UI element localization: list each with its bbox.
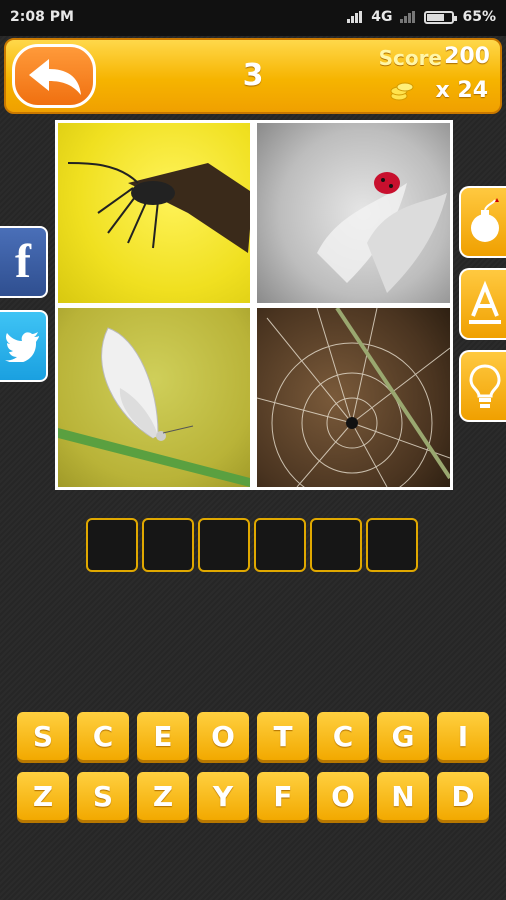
signal-icon	[347, 11, 363, 23]
game-header: 3 Score 200 x 24	[4, 38, 502, 114]
answer-slot[interactable]	[310, 518, 362, 572]
status-indicators: 4G 65%	[347, 9, 496, 25]
letter-key[interactable]: N	[377, 772, 429, 820]
network-type: 4G	[371, 9, 393, 25]
score-value: 200	[444, 44, 490, 69]
answer-slot[interactable]	[86, 518, 138, 572]
answer-slots	[86, 518, 418, 572]
battery-percent: 65%	[462, 9, 496, 25]
spiderweb-image	[257, 308, 450, 487]
status-time: 2:08 PM	[10, 9, 74, 25]
status-bar: 2:08 PM 4G 65%	[0, 0, 506, 36]
picture-grid	[55, 120, 453, 490]
reveal-letter-button[interactable]	[459, 268, 506, 340]
coins-count: x 24	[435, 78, 488, 103]
answer-slot[interactable]	[198, 518, 250, 572]
coins-icon	[390, 82, 414, 101]
battery-icon	[424, 10, 458, 24]
picture-butterfly[interactable]	[58, 308, 250, 487]
ladybug-image	[317, 172, 447, 293]
letter-key[interactable]: Z	[137, 772, 189, 820]
twitter-icon	[5, 332, 39, 362]
bomb-icon	[471, 198, 499, 242]
facebook-icon: f	[15, 235, 31, 288]
letter-key[interactable]: G	[377, 712, 429, 760]
hint-button[interactable]	[459, 350, 506, 422]
letter-key[interactable]: T	[257, 712, 309, 760]
answer-slot[interactable]	[366, 518, 418, 572]
facebook-share-button[interactable]: f	[0, 226, 48, 298]
letter-key[interactable]: C	[317, 712, 369, 760]
twitter-share-button[interactable]	[0, 310, 48, 382]
lightbulb-icon	[469, 364, 501, 408]
letter-key[interactable]: F	[257, 772, 309, 820]
back-arrow-icon	[29, 59, 81, 95]
picture-spiderweb[interactable]	[257, 308, 450, 487]
letter-key[interactable]: I	[437, 712, 489, 760]
picture-moth[interactable]	[58, 123, 250, 303]
answer-slot[interactable]	[142, 518, 194, 572]
letter-key[interactable]: E	[137, 712, 189, 760]
bomb-hint-button[interactable]	[459, 186, 506, 258]
letter-key[interactable]: C	[77, 712, 129, 760]
butterfly-image	[58, 327, 250, 487]
letter-key[interactable]: Z	[17, 772, 69, 820]
letter-key[interactable]: S	[17, 712, 69, 760]
moth-image	[67, 162, 250, 253]
answer-slot[interactable]	[254, 518, 306, 572]
letter-key[interactable]: Y	[197, 772, 249, 820]
score-label: Score	[378, 46, 442, 70]
letter-key[interactable]: D	[437, 772, 489, 820]
back-button[interactable]	[12, 44, 96, 108]
signal-icon-2	[400, 11, 416, 23]
letter-keyboard: S C E O T C G I Z S Z Y F O N D	[17, 712, 493, 820]
picture-ladybug[interactable]	[257, 123, 450, 303]
letter-key[interactable]: O	[197, 712, 249, 760]
letter-key[interactable]: O	[317, 772, 369, 820]
letter-a-icon	[469, 280, 501, 324]
letter-key[interactable]: S	[77, 772, 129, 820]
